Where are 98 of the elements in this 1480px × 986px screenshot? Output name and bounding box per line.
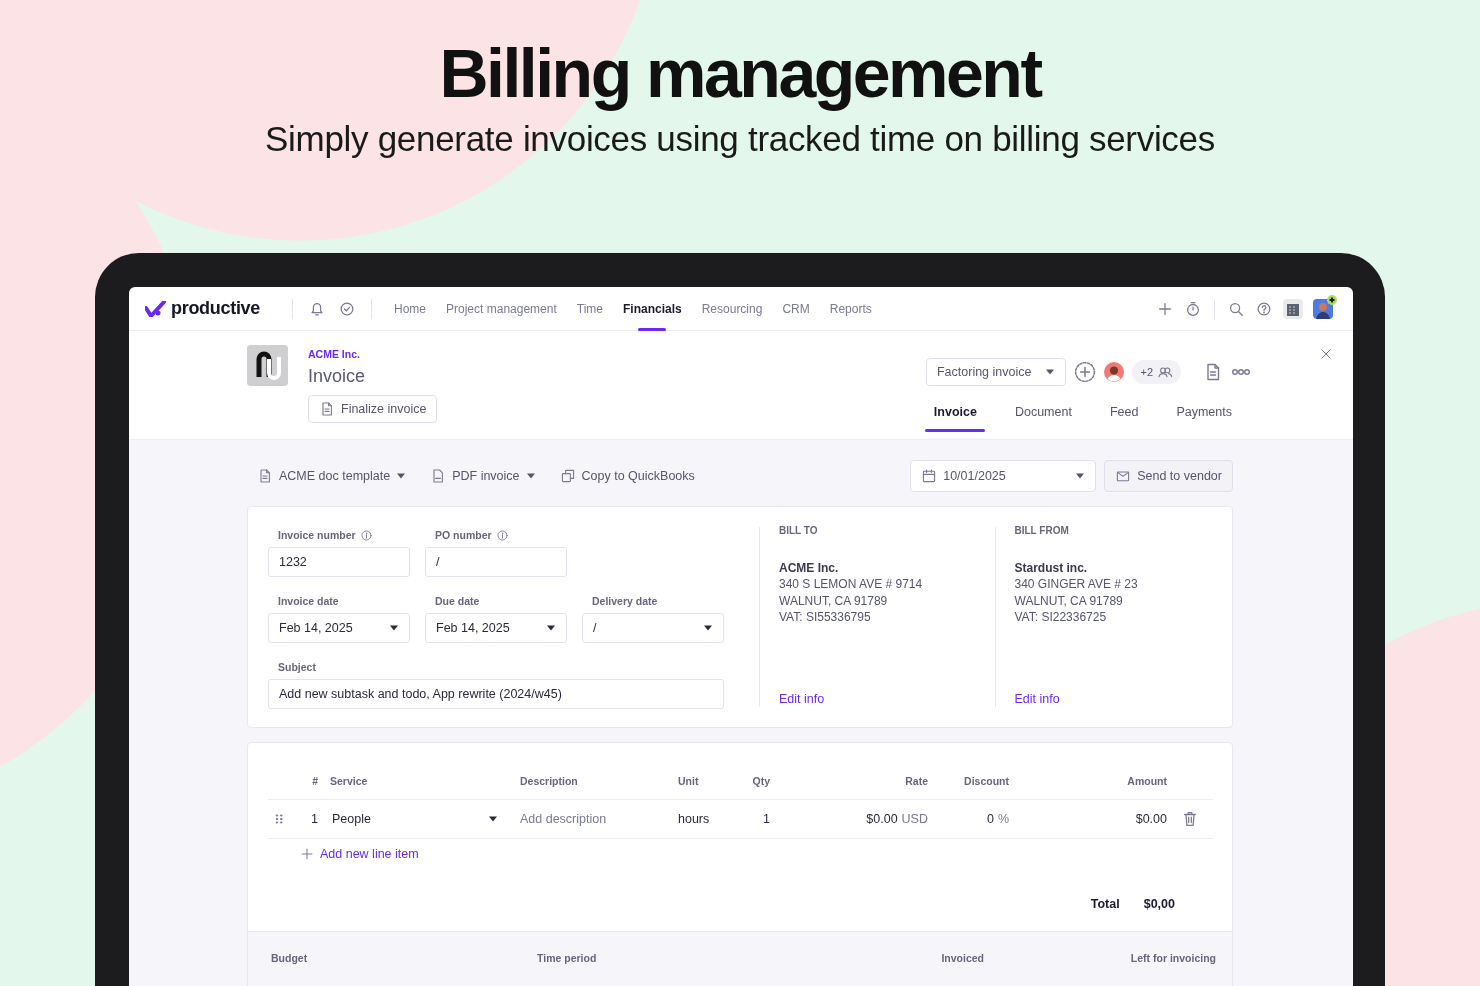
client-name: ACME Inc. <box>308 348 360 360</box>
table-cell: $0.00 <box>1135 812 1167 826</box>
column-header: Description <box>520 775 578 787</box>
address-line: VAT: SI55336795 <box>779 609 872 626</box>
tab[interactable]: Feed <box>1090 392 1158 432</box>
building-icon[interactable] <box>1283 298 1303 319</box>
nav-item[interactable]: Financials <box>613 287 692 331</box>
copy-icon <box>559 468 576 484</box>
column-header: Time period <box>537 952 598 966</box>
template-dropdown[interactable]: ACME doc template <box>247 461 417 491</box>
column-header: Budget <box>271 952 309 966</box>
user-avatar[interactable] <box>1313 294 1337 319</box>
column-header: Service <box>330 775 368 787</box>
table-cell: 1 <box>311 812 318 826</box>
document-icon <box>319 401 335 417</box>
tab[interactable]: Payments <box>1157 392 1251 432</box>
people-icon <box>1157 364 1173 380</box>
stopwatch-icon[interactable] <box>1184 299 1202 318</box>
people-count: +2 <box>1140 366 1153 378</box>
caret-icon <box>1045 369 1056 375</box>
address-line: 340 S LEMON AVE # 9714 <box>779 576 924 593</box>
table-cell: hours <box>678 812 710 826</box>
nav-item[interactable]: Project management <box>436 287 567 331</box>
edit-info-link[interactable]: Edit info <box>1014 690 1060 707</box>
nav-item[interactable]: Time <box>566 287 613 331</box>
address-line: WALNUT, CA 91789 <box>1014 592 1124 609</box>
send-to-vendor-button[interactable]: Send to vendor <box>1104 460 1233 492</box>
logo-icon <box>145 300 167 317</box>
nav-item[interactable]: Reports <box>819 287 882 331</box>
column-header: # <box>312 775 318 787</box>
table-cell: $0.00 <box>866 812 898 826</box>
plus-icon <box>300 847 314 861</box>
document-icon <box>257 468 273 484</box>
caret-icon <box>488 816 498 822</box>
envelope-icon <box>1115 468 1132 484</box>
field-label: Subject <box>278 661 316 673</box>
pdf-dropdown[interactable]: PDF invoice <box>420 461 546 491</box>
nav-item[interactable]: Home <box>384 287 437 331</box>
logo-text: productive <box>171 298 260 319</box>
section-heading: BILL FROM <box>1014 524 1070 538</box>
calendar-icon <box>921 468 938 484</box>
company-name: ACME Inc. <box>779 559 840 576</box>
field-label: Due date <box>435 595 480 607</box>
table-cell: 0 <box>986 812 994 826</box>
date-dropdown[interactable]: Feb 14, 2025 <box>425 613 567 643</box>
tab[interactable]: Invoice <box>914 392 996 432</box>
address-line: 340 GINGER AVE # 23 <box>1014 576 1139 593</box>
tab[interactable]: Document <box>995 392 1091 432</box>
column-header: Invoiced <box>940 952 984 966</box>
currency-label: USD <box>901 812 928 826</box>
column-header: Left for invoicing <box>1129 952 1216 966</box>
input-field[interactable]: Add new subtask and todo, App rewrite (2024/w45) <box>268 679 724 709</box>
date-dropdown[interactable]: Feb 14, 2025 <box>268 613 410 643</box>
nav-item[interactable]: CRM <box>772 287 820 331</box>
copy-button[interactable]: Copy to QuickBooks <box>549 461 705 491</box>
caret-icon <box>1075 473 1086 479</box>
field-label: Delivery date <box>592 595 658 607</box>
subheadline: Simply generate invoices using tracked time on billing services <box>265 118 1215 159</box>
caret-icon <box>525 473 536 479</box>
add-person-icon[interactable] <box>1074 361 1097 383</box>
caret-icon <box>546 625 556 631</box>
caret-icon <box>396 473 407 479</box>
trash-icon[interactable] <box>1181 810 1199 828</box>
date-picker[interactable]: 10/01/2025 <box>910 460 1097 492</box>
service-dropdown[interactable]: People <box>318 800 508 839</box>
nav-item[interactable]: Resourcing <box>691 287 773 331</box>
date-dropdown[interactable]: / <box>582 613 724 643</box>
avatar[interactable] <box>1104 362 1125 382</box>
column-header: Discount <box>964 775 1009 787</box>
address-line: WALNUT, CA 91789 <box>779 592 889 609</box>
company-logo <box>247 345 288 386</box>
add-line-item-button[interactable]: Add new line item <box>300 847 419 861</box>
column-header: Rate <box>905 775 928 787</box>
finalize-invoice-button[interactable]: Finalize invoice <box>308 395 438 423</box>
company-name: Stardust inc. <box>1014 559 1089 576</box>
caret-icon <box>703 625 713 631</box>
field-label: PO number <box>435 529 492 541</box>
input-field[interactable]: 1232 <box>268 547 410 577</box>
extra-people-badge[interactable]: +2 <box>1132 360 1181 384</box>
close-icon[interactable] <box>1319 347 1333 361</box>
column-header: Qty <box>752 775 770 787</box>
column-header: Unit <box>678 775 699 787</box>
field-label: Invoice date <box>278 595 339 607</box>
section-heading: BILL TO <box>779 524 819 538</box>
field-label: Invoice number <box>278 529 356 541</box>
invoice-type-dropdown[interactable]: Factoring invoice <box>925 358 1067 386</box>
total-amount: $0,00 <box>1143 897 1175 911</box>
edit-info-link[interactable]: Edit info <box>779 690 825 707</box>
address-line: VAT: SI22336725 <box>1014 609 1108 626</box>
input-field[interactable]: / <box>425 547 567 577</box>
description-field[interactable]: Add description <box>520 812 607 826</box>
headline: Billing management <box>439 36 1041 111</box>
total-label: Total <box>1090 897 1120 911</box>
table-cell: 1 <box>763 812 770 826</box>
column-header: Amount <box>1127 775 1167 787</box>
percent-label: % <box>997 812 1009 826</box>
page-title: Invoice <box>308 366 366 387</box>
caret-icon <box>389 625 399 631</box>
